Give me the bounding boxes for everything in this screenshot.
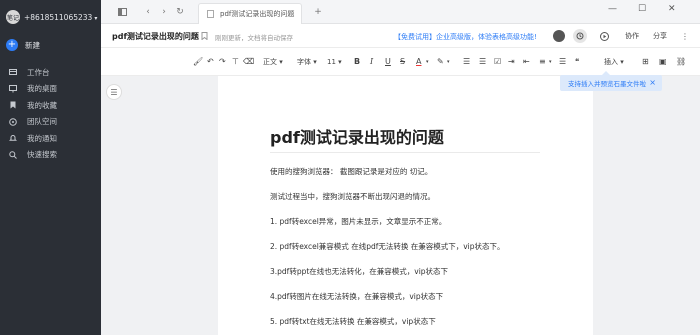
account-switcher[interactable]: 笔记 +8618511065233 ▾ — [0, 0, 101, 34]
redo-icon[interactable]: ↷ — [219, 57, 226, 67]
image-icon[interactable]: ▣ — [659, 57, 667, 67]
indent-icon[interactable]: ⇥ — [508, 57, 515, 67]
close-icon[interactable]: × — [649, 78, 656, 87]
sidebar-item-label: 工作台 — [27, 67, 50, 77]
bold-icon[interactable]: B — [354, 57, 360, 67]
tooltip-text: 支持插入并预览石墨文件啦 — [568, 80, 646, 88]
chevron-down-icon[interactable]: ▾ — [549, 57, 552, 67]
save-status: 刚刚更新，文档将自动保存 — [215, 34, 293, 42]
new-label: 新建 — [25, 40, 40, 50]
table-icon[interactable]: ⊞ — [642, 57, 649, 67]
forward-icon[interactable]: › — [157, 5, 171, 18]
align-icon[interactable]: ≡ — [539, 57, 546, 67]
share-button[interactable]: 分享 — [647, 29, 673, 43]
chevron-down-icon[interactable]: ▾ — [426, 57, 429, 67]
insert-menu[interactable]: 插入 ▾ — [604, 57, 624, 67]
quote-icon[interactable]: ❝ — [575, 57, 579, 67]
paragraph-style-select[interactable]: 正文 ▾ — [263, 57, 283, 67]
paragraph[interactable]: 4.pdf转图片在线无法转换，在兼容模式，vip状态下 — [270, 291, 443, 302]
plus-icon: + — [6, 39, 18, 51]
highlight-icon[interactable]: ✎ — [437, 57, 444, 67]
document-page[interactable]: pdf测试记录出现的问题 使用的搜狗浏览器： 截图跟记录是对应的 切记。 测试过… — [218, 76, 593, 335]
insert-tooltip: 支持插入并预览石墨文件啦 × — [560, 71, 662, 91]
bell-icon — [8, 133, 18, 143]
bookmark-outline-icon[interactable] — [198, 30, 210, 42]
document-icon — [207, 10, 214, 18]
new-button[interactable]: + 新建 — [0, 34, 101, 56]
format-toolbar: 🖌︎ ↶ ↷ ⊤ ⌫ 正文 ▾ 字体 ▾ 11 ▾ B I U S A ▾ ✎ … — [101, 48, 700, 76]
link-icon[interactable]: ⛓︎ — [676, 57, 686, 67]
sidebar-item-label: 团队空间 — [27, 117, 57, 127]
document-header: pdf测试记录出现的问题 刚刚更新，文档将自动保存 【免费试用】企业高级版，体验… — [101, 24, 700, 48]
sidebar-item-search[interactable]: 快速搜索 — [0, 147, 101, 164]
paragraph[interactable]: 1. pdf转excel异常，图片未显示，文章显示不正常。 — [270, 216, 446, 227]
tab-title: pdf测试记录出现的问题 — [220, 10, 295, 18]
line-height-icon[interactable]: ☰ — [559, 57, 566, 67]
username: +8618511065233 ▾ — [24, 12, 98, 22]
maximize-icon[interactable]: ☐ — [638, 4, 646, 14]
paint-format-icon[interactable]: ⊤ — [232, 57, 239, 67]
sidebar-item-label: 我的通知 — [27, 133, 57, 143]
collaborate-button[interactable]: 协作 — [619, 29, 645, 43]
tab-document[interactable]: pdf测试记录出现的问题 — [198, 3, 302, 24]
font-family-select[interactable]: 字体 ▾ — [297, 57, 317, 67]
sidebar-item-notifications[interactable]: 我的通知 — [0, 130, 101, 147]
tab-bar: ‹ › ↻ pdf测试记录出现的问题 + — ☐ ✕ — [101, 0, 700, 24]
sidebar-item-favorites[interactable]: 我的收藏 — [0, 97, 101, 114]
clear-format-icon[interactable]: ⌫ — [243, 57, 254, 67]
sidebar: 笔记 +8618511065233 ▾ + 新建 工作台 我的桌面 我的收藏 团队… — [0, 0, 101, 335]
history-icon[interactable] — [573, 29, 587, 43]
strikethrough-icon[interactable]: S — [400, 57, 405, 67]
sidebar-toggle-icon[interactable] — [115, 5, 129, 18]
avatar: 笔记 — [6, 10, 20, 24]
paragraph[interactable]: 2. pdf转excel兼容模式 在线pdf无法转换 在兼容模式下，vip状态下… — [270, 241, 505, 252]
play-icon[interactable] — [598, 30, 610, 42]
title-divider — [270, 152, 540, 153]
sidebar-item-workbench[interactable]: 工作台 — [0, 64, 101, 81]
workbench-icon — [8, 67, 18, 77]
paragraph[interactable]: 5. pdf转txt在线无法转换 在兼容模式，vip状态下 — [270, 316, 436, 327]
sidebar-item-label: 快速搜索 — [27, 150, 57, 160]
search-icon — [8, 150, 18, 160]
close-window-icon[interactable]: ✕ — [668, 4, 676, 14]
minimize-icon[interactable]: — — [608, 4, 617, 14]
outdent-icon[interactable]: ⇤ — [523, 57, 530, 67]
more-icon[interactable]: ⋮ — [679, 30, 691, 42]
app-window: 笔记 +8618511065233 ▾ + 新建 工作台 我的桌面 我的收藏 团队… — [0, 0, 700, 335]
back-icon[interactable]: ‹ — [141, 5, 155, 18]
avatar[interactable] — [553, 30, 565, 42]
font-size-select[interactable]: 11 ▾ — [327, 57, 342, 67]
bullet-list-icon[interactable]: ☰ — [479, 57, 486, 67]
font-color-icon[interactable]: A — [416, 57, 421, 67]
sidebar-item-label: 我的桌面 — [27, 84, 57, 94]
undo-icon[interactable]: ↶ — [207, 57, 214, 67]
paragraph[interactable]: 测试过程当中，搜狗浏览器不断出现闪退的情况。 — [270, 191, 435, 202]
ordered-list-icon[interactable]: ☰ — [463, 57, 470, 67]
underline-icon[interactable]: U — [385, 57, 391, 67]
format-painter-icon[interactable]: 🖌︎ — [193, 57, 203, 67]
reload-icon[interactable]: ↻ — [173, 5, 187, 18]
caret-down-icon: ▾ — [94, 14, 98, 22]
outline-menu-icon[interactable]: ☰ — [106, 84, 122, 100]
paragraph[interactable]: 使用的搜狗浏览器： 截图跟记录是对应的 切记。 — [270, 166, 432, 177]
desktop-icon — [8, 84, 18, 94]
checklist-icon[interactable]: ☑ — [494, 57, 501, 67]
paragraph[interactable]: 3.pdf转ppt在线也无法转化，在兼容模式，vip状态下 — [270, 266, 448, 277]
team-icon — [8, 117, 18, 127]
bookmark-icon — [8, 100, 18, 110]
page-title[interactable]: pdf测试记录出现的问题 — [270, 124, 444, 148]
promo-link[interactable]: 【免费试用】企业高级版，体验表格高级功能! — [394, 32, 537, 42]
italic-icon[interactable]: I — [370, 57, 373, 67]
new-tab-button[interactable]: + — [311, 5, 325, 18]
sidebar-item-team[interactable]: 团队空间 — [0, 114, 101, 131]
chevron-down-icon[interactable]: ▾ — [447, 57, 450, 67]
sidebar-item-label: 我的收藏 — [27, 100, 57, 110]
sidebar-item-desktop[interactable]: 我的桌面 — [0, 81, 101, 98]
document-title[interactable]: pdf测试记录出现的问题 — [112, 31, 199, 42]
